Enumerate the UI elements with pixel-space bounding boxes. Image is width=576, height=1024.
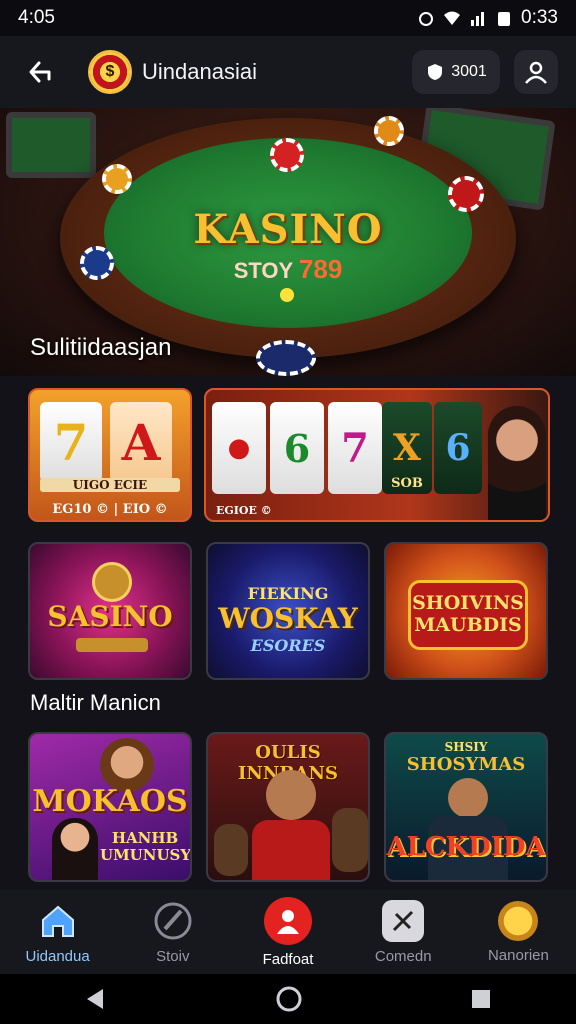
status-icons: 0:33	[417, 7, 558, 29]
game-card-woskay[interactable]: FIEKING WOSKAY ESORES	[206, 542, 370, 680]
game-card-oulis[interactable]: OULIS INNBANS	[206, 732, 370, 882]
back-button[interactable]	[18, 50, 62, 94]
cards-icon	[152, 900, 194, 942]
game-subtitle: HANHB UMUNUSY	[100, 829, 192, 864]
nav-label: Fadfoat	[262, 950, 314, 968]
hero-banner[interactable]: KASINO STOY 789 Sulitiidaasjan	[0, 108, 576, 376]
slot-reel: 6	[434, 402, 482, 494]
game-title: MOKAOS	[32, 784, 188, 819]
hero-section-title: Sulitiidaasjan	[30, 334, 172, 361]
home-circle-icon[interactable]	[275, 985, 303, 1013]
bottom-nav: Uidandua Stoiv Fadfoat Comedn Nanorien	[0, 890, 576, 974]
wifi-icon	[444, 11, 461, 25]
hero-subtitle: STOY 789	[0, 254, 576, 285]
game-card-shoivins[interactable]: SHOIVINS MAUBDIS	[384, 542, 548, 680]
shield-icon	[428, 64, 443, 80]
user-icon	[525, 61, 547, 84]
host-avatar-2	[52, 818, 98, 880]
dealer-avatar	[448, 778, 488, 818]
back-triangle-icon[interactable]	[83, 986, 109, 1012]
status-bar: 4:05 0:33	[0, 0, 576, 36]
slot-game-card-wide[interactable]: ● 6 7 X 6 SOB EGIOE ©	[204, 388, 550, 522]
game-title: WOSKAY	[218, 602, 358, 635]
player-avatar	[266, 770, 316, 820]
dealer-dot	[280, 288, 294, 302]
tool-icon	[382, 899, 425, 942]
slot-label: SOB	[391, 476, 423, 491]
back-arrow-icon	[29, 61, 51, 83]
player-body	[252, 820, 330, 880]
nav-item-home[interactable]: Uidandua	[0, 890, 115, 974]
battery-icon	[498, 12, 511, 26]
game-title: SHOIVINS MAUBDIS	[412, 592, 524, 636]
slot-label: UIGO ECIE	[40, 478, 180, 492]
section-title: Maltir Manicn	[30, 690, 161, 715]
slot-reel: 6	[270, 402, 324, 494]
slot-reel: ●	[212, 402, 266, 494]
app-name: Uindanasiai	[142, 59, 257, 84]
game-card-shosymas[interactable]: SHSIY SHOSYMAS ALCKDIDA	[384, 732, 548, 882]
game-title-top: FIEKING	[247, 584, 329, 603]
nav-item-nanorien[interactable]: Nanorien	[461, 890, 576, 974]
nav-item-stoiv[interactable]: Stoiv	[115, 890, 230, 974]
game-banner	[76, 638, 148, 652]
nav-label: Uidandua	[25, 947, 90, 965]
nav-item-comedn[interactable]: Comedn	[346, 890, 461, 974]
coin-emblem	[92, 562, 132, 602]
game-title: SASINO	[47, 600, 173, 633]
brand-logo: $	[88, 50, 132, 94]
profile-button[interactable]	[514, 50, 558, 94]
coin-value: 3001	[451, 63, 487, 80]
slot-reel: 7	[40, 402, 102, 482]
bear-right	[332, 808, 368, 872]
game-card-mokaos[interactable]: MOKAOS HANHB UMUNUSY	[28, 732, 192, 882]
game-card-sasino[interactable]: SASINO	[28, 542, 192, 680]
hero-subtitle-number: 789	[298, 254, 343, 284]
user-icon	[264, 896, 312, 945]
nav-label: Stoiv	[156, 947, 190, 965]
hostess-avatar	[488, 406, 546, 520]
chip	[102, 164, 132, 194]
signal-icon	[471, 12, 485, 26]
recents-square-icon[interactable]	[469, 987, 493, 1011]
game-title: SHOSYMAS	[406, 754, 526, 775]
nav-label: Comedn	[374, 947, 432, 965]
coin-icon	[498, 900, 539, 941]
app-header: $ Uindanasiai 3001	[0, 36, 576, 108]
alarm-icon	[419, 12, 434, 26]
side-screen-left	[6, 112, 96, 178]
status-right-time: 0:33	[521, 7, 558, 28]
slot-reel: 7	[328, 402, 382, 494]
chip	[374, 116, 404, 146]
chip	[270, 138, 304, 172]
chip	[256, 340, 316, 376]
slot-game-card[interactable]: 7 A UIGO ECIE EG10 © | EIO ©	[28, 388, 192, 522]
nav-item-fadfoat[interactable]: Fadfoat	[230, 890, 345, 974]
bear-left	[214, 824, 248, 876]
coin-balance-button[interactable]: 3001	[412, 50, 500, 94]
home-icon	[37, 900, 79, 942]
nav-label: Nanorien	[487, 946, 549, 964]
slot-reel: A	[110, 402, 172, 482]
status-time: 4:05	[18, 7, 55, 28]
game-title-top: SHSIY	[444, 740, 488, 754]
slot-bet: EGIOE ©	[216, 504, 272, 517]
system-nav-bar	[0, 974, 576, 1024]
game-subtitle: ALCKDIDA	[386, 832, 546, 862]
hero-title: KASINO	[193, 206, 383, 253]
hero-subtitle-prefix: STOY	[233, 258, 293, 283]
slot-bet: EG10 © | EIO ©	[52, 502, 168, 517]
game-subtitle: ESORES	[250, 636, 326, 655]
